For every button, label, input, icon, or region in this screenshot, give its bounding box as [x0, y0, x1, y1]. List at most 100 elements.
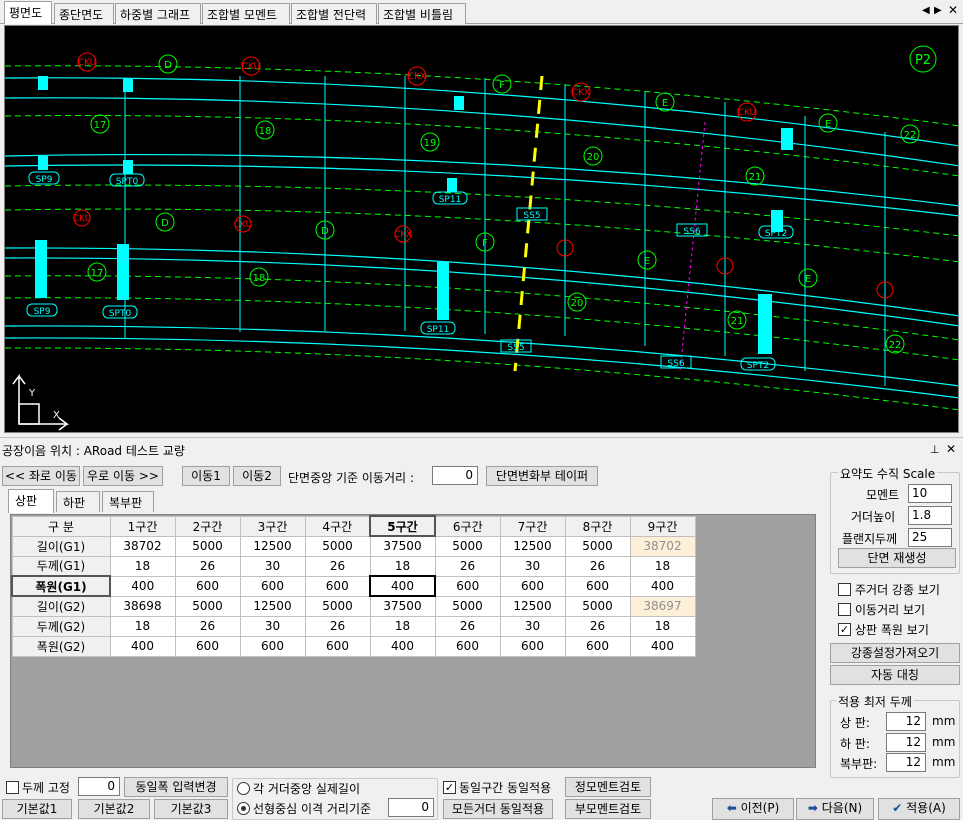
grid-cell[interactable]: 12500 [499, 595, 566, 617]
grid-cell[interactable]: 5000 [564, 595, 631, 617]
col-header[interactable]: 7구간 [499, 515, 566, 537]
same-section-checkbox[interactable]: ✓ [443, 781, 456, 794]
grid-cell[interactable]: 12500 [239, 535, 306, 557]
col-header-active[interactable]: 5구간 [369, 515, 436, 537]
grid-cell[interactable]: 600 [174, 635, 241, 657]
grid-cell[interactable]: 600 [239, 635, 306, 657]
col-header[interactable]: 6구간 [434, 515, 501, 537]
top-plate-input[interactable]: 12 [886, 712, 926, 731]
move-left-button[interactable]: << 좌로 이동 [2, 466, 80, 486]
move2-button[interactable]: 이동2 [233, 466, 281, 486]
grid-cell[interactable]: 600 [434, 575, 501, 597]
grid-cell[interactable]: 26 [434, 555, 501, 577]
grid-cell[interactable]: 600 [434, 635, 501, 657]
grid-cell[interactable]: 18 [109, 615, 176, 637]
moment-scale-input[interactable]: 10 [908, 484, 952, 503]
row-header[interactable]: 두께(G1) [11, 555, 111, 577]
grid-cell[interactable]: 12500 [499, 535, 566, 557]
grid-cell[interactable]: 18 [629, 555, 696, 577]
default2-button[interactable]: 기본값2 [78, 799, 150, 819]
tab-scroll-left-icon[interactable]: ◀ [922, 5, 930, 16]
flange-thickness-input[interactable]: 25 [908, 528, 952, 547]
tab-combo-moment[interactable]: 조합별 모멘트 [202, 3, 290, 24]
row-header[interactable]: 길이(G1) [11, 535, 111, 557]
tab-profile[interactable]: 종단면도 [54, 3, 114, 24]
tab-scroll-right-icon[interactable]: ▶ [934, 5, 942, 16]
taper-button[interactable]: 단면변화부 테이퍼 [486, 466, 598, 486]
grid-cell[interactable]: 26 [564, 615, 631, 637]
grid-cell[interactable]: 26 [304, 615, 371, 637]
grid-cell[interactable]: 26 [174, 555, 241, 577]
col-header[interactable]: 3구간 [239, 515, 306, 537]
default1-button[interactable]: 기본값1 [2, 799, 72, 819]
all-girder-button[interactable]: 모든거더 동일적용 [443, 799, 553, 819]
grid-cell[interactable]: 600 [304, 635, 371, 657]
grid-cell[interactable]: 5000 [174, 535, 241, 557]
grid-cell[interactable]: 600 [499, 635, 566, 657]
grid-cell[interactable]: 400 [629, 575, 696, 597]
col-header[interactable]: 2구간 [174, 515, 241, 537]
apply-button[interactable]: ✔ 적용(A) [878, 798, 960, 820]
centerline-input[interactable]: 0 [388, 798, 434, 817]
distance-input[interactable]: 0 [432, 466, 478, 485]
grid-cell[interactable]: 18 [369, 555, 436, 577]
grid-cell[interactable]: 18 [369, 615, 436, 637]
col-header[interactable]: 9구간 [629, 515, 696, 537]
grid-cell[interactable]: 600 [174, 575, 241, 597]
grid-cell[interactable]: 30 [239, 555, 306, 577]
subtab-bottom[interactable]: 하판 [56, 491, 100, 512]
subtab-web[interactable]: 복부판 [102, 491, 154, 512]
grid-cell[interactable]: 26 [174, 615, 241, 637]
grid-cell[interactable]: 600 [564, 575, 631, 597]
grid-cell[interactable]: 400 [109, 575, 176, 597]
import-steel-button[interactable]: 강종설정가져오기 [830, 643, 960, 663]
grid-cell[interactable]: 5000 [174, 595, 241, 617]
fix-thickness-checkbox[interactable] [6, 781, 19, 794]
grid-cell[interactable]: 30 [239, 615, 306, 637]
grid-cell[interactable]: 12500 [239, 595, 306, 617]
move-right-button[interactable]: 우로 이동 >> [83, 466, 163, 486]
row-header[interactable]: 폭원(G2) [11, 635, 111, 657]
pin-icon[interactable]: ⊥ [930, 443, 940, 456]
grid-cell[interactable]: 400 [629, 635, 696, 657]
grid-cell[interactable]: 400 [109, 635, 176, 657]
plan-view-canvas[interactable]: CKU CKU CKX CKX CKU CKU CKU CKX D F E E … [4, 25, 959, 433]
main-girder-checkbox[interactable] [838, 583, 851, 596]
tab-combo-torsion[interactable]: 조합별 비틀림 [378, 3, 466, 24]
col-header[interactable]: 1구간 [109, 515, 176, 537]
grid-cell[interactable]: 26 [434, 615, 501, 637]
positive-moment-button[interactable]: 정모멘트검토 [565, 777, 651, 797]
grid-cell[interactable]: 18 [109, 555, 176, 577]
auto-symmetry-button[interactable]: 자동 대칭 [830, 665, 960, 685]
default3-button[interactable]: 기본값3 [154, 799, 228, 819]
grid-cell-selected[interactable]: 400 [369, 575, 436, 597]
grid-cell[interactable]: 600 [499, 575, 566, 597]
grid-cell[interactable]: 38702 [109, 535, 176, 557]
col-header[interactable]: 8구간 [564, 515, 631, 537]
tab-load-graph[interactable]: 하중별 그래프 [115, 3, 201, 24]
top-width-checkbox[interactable]: ✓ [838, 623, 851, 636]
actual-length-radio[interactable] [237, 782, 250, 795]
grid-cell[interactable]: 5000 [304, 595, 371, 617]
grid-cell[interactable]: 5000 [434, 535, 501, 557]
row-header[interactable]: 두께(G2) [11, 615, 111, 637]
tab-plan[interactable]: 평면도 [4, 1, 52, 24]
grid-cell[interactable]: 18 [629, 615, 696, 637]
prev-button[interactable]: ⬅ 이전(P) [712, 798, 794, 820]
fix-thickness-input[interactable]: 0 [78, 777, 120, 796]
grid-cell[interactable]: 26 [564, 555, 631, 577]
row-header-active[interactable]: 폭원(G1) [11, 575, 111, 597]
regenerate-section-button[interactable]: 단면 재생성 [838, 548, 956, 568]
tab-combo-shear[interactable]: 조합별 전단력 [291, 3, 377, 24]
grid-cell[interactable]: 5000 [564, 535, 631, 557]
move-distance-checkbox[interactable] [838, 603, 851, 616]
grid-cell[interactable]: 37500 [369, 535, 436, 557]
col-header[interactable]: 4구간 [304, 515, 371, 537]
grid-cell[interactable]: 600 [304, 575, 371, 597]
negative-moment-button[interactable]: 부모멘트검토 [565, 799, 651, 819]
grid-cell[interactable]: 400 [369, 635, 436, 657]
grid-cell[interactable]: 30 [499, 615, 566, 637]
grid-cell[interactable]: 26 [304, 555, 371, 577]
centerline-radio[interactable] [237, 802, 250, 815]
same-width-button[interactable]: 동일폭 입력변경 [124, 777, 228, 797]
